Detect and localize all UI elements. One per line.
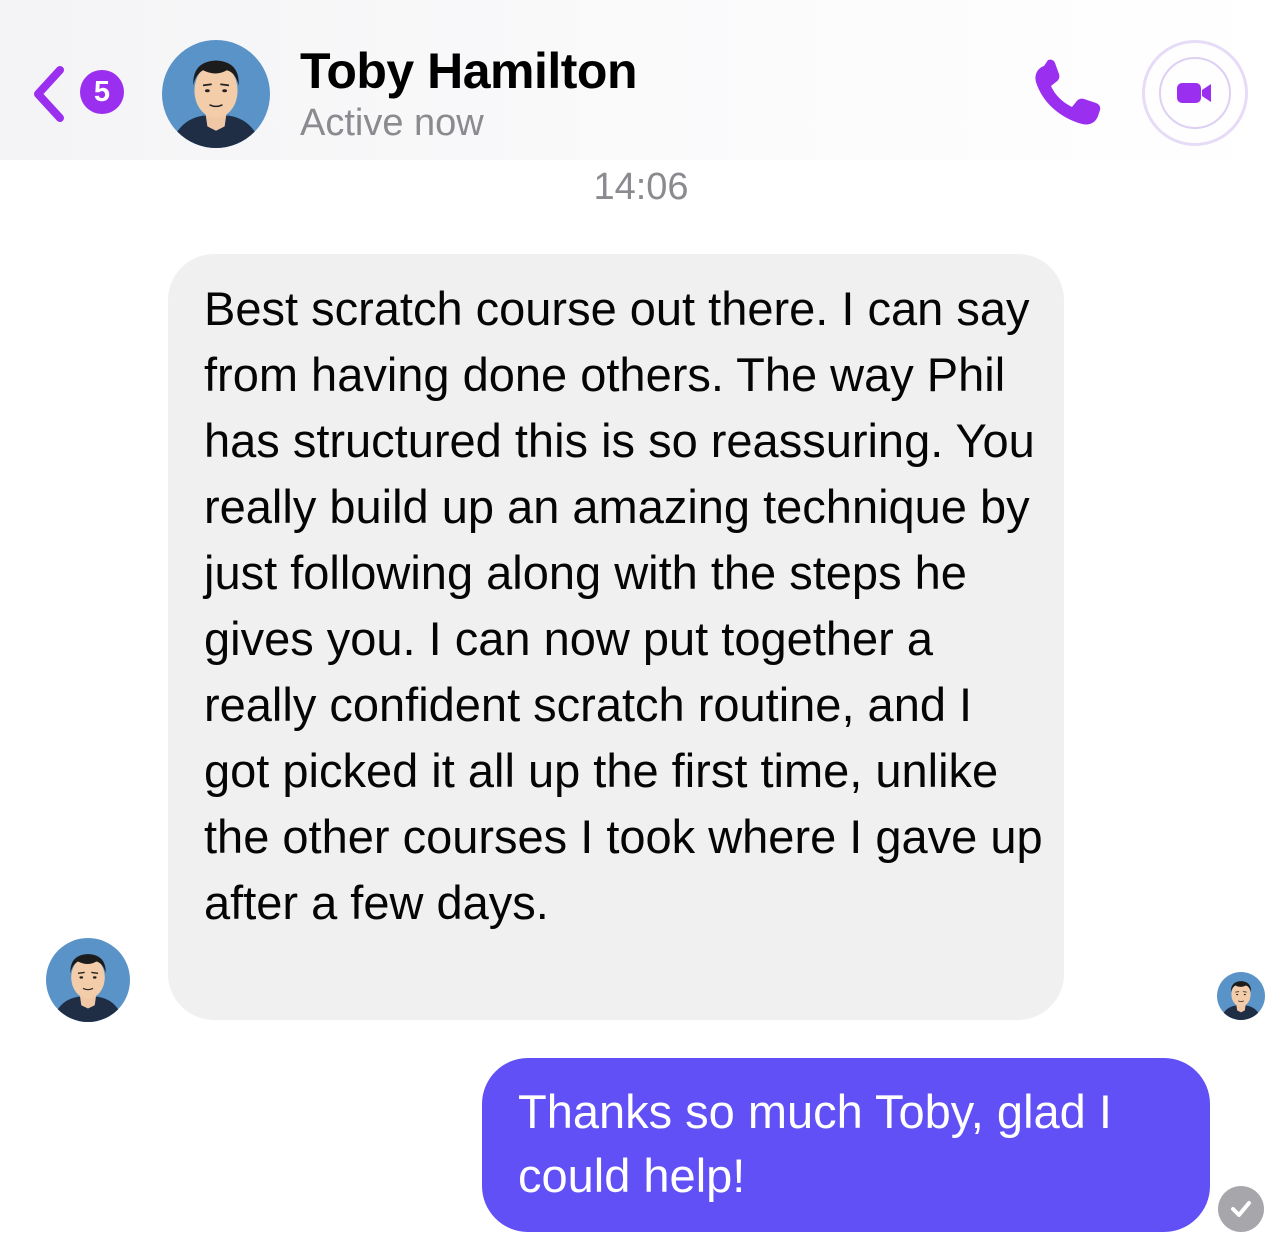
contact-name[interactable]: Toby Hamilton — [300, 42, 638, 100]
video-call-button[interactable] — [1142, 40, 1248, 146]
sender-avatar[interactable] — [46, 938, 130, 1022]
chevron-left-icon — [34, 66, 64, 122]
outgoing-message-bubble[interactable]: Thanks so much Toby, glad I could help! — [482, 1058, 1210, 1232]
phone-icon — [1035, 59, 1101, 125]
active-status: Active now — [300, 102, 484, 144]
check-circle-icon — [1218, 1186, 1264, 1232]
contact-avatar[interactable] — [162, 40, 270, 148]
message-timestamp: 14:06 — [593, 166, 689, 208]
video-camera-icon — [1177, 83, 1211, 103]
unread-count-badge: 5 — [80, 70, 124, 114]
chat-header: 5 Toby Hamilton Active now — [0, 0, 1282, 160]
back-button[interactable]: 5 — [30, 56, 130, 132]
seen-by-avatar — [1217, 972, 1265, 1020]
voice-call-button[interactable] — [1030, 58, 1110, 130]
incoming-message-bubble[interactable]: Best scratch course out there. I can say… — [168, 254, 1064, 1020]
